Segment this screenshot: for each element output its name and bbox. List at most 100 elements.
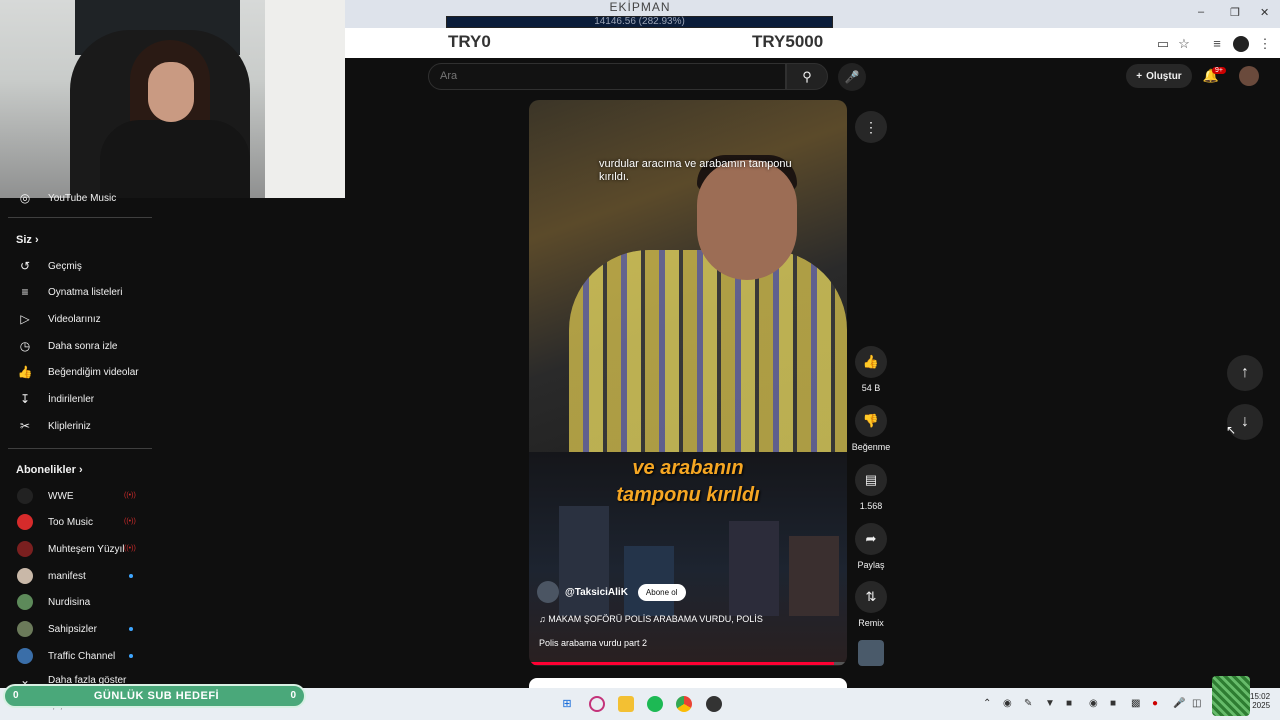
share-action[interactable]: ➦ Paylaş xyxy=(855,523,887,570)
sidebar-item-youtube-music[interactable]: ◎ YouTube Music xyxy=(0,186,152,210)
close-icon[interactable]: ✕ xyxy=(1260,6,1269,19)
channel-avatar[interactable] xyxy=(537,581,559,603)
video-title[interactable]: Polis arabama vurdu part 2 xyxy=(539,638,647,648)
thumb-up-icon[interactable]: 👍 xyxy=(855,346,887,378)
liked-icon: 👍 xyxy=(17,365,33,379)
mouse-cursor-icon: ↖ xyxy=(1226,423,1237,437)
profile-icon[interactable] xyxy=(1233,36,1249,52)
live-icon: ((•)) xyxy=(124,518,136,525)
video-caption-large: ve arabanın tamponu kırıldı xyxy=(616,457,760,506)
next-short-preview[interactable] xyxy=(529,678,847,688)
search-input[interactable] xyxy=(440,70,770,82)
webcam-overlay xyxy=(0,0,345,198)
channel-avatar xyxy=(17,594,33,610)
obs-icon[interactable] xyxy=(706,696,722,712)
live-icon: ((•)) xyxy=(124,545,136,552)
previous-short-button[interactable]: ↑ xyxy=(1227,355,1263,391)
sound-thumbnail[interactable] xyxy=(858,640,884,666)
more-options-button[interactable]: ⋮ xyxy=(855,111,887,143)
video-frame-top xyxy=(529,100,847,452)
sub-item-traffic-channel[interactable]: Traffic Channel xyxy=(0,643,152,669)
channel-avatar xyxy=(17,648,33,664)
you-heading[interactable]: Siz › xyxy=(16,234,39,246)
sidebar-item-clips[interactable]: ✂ Klipleriniz xyxy=(0,413,152,439)
sidebar-item-your-videos[interactable]: ▷ Videolarınız xyxy=(0,306,152,332)
plus-icon: + xyxy=(1136,70,1143,82)
dislike-action[interactable]: 👎 Beğenme xyxy=(852,405,890,452)
new-content-dot xyxy=(129,574,133,578)
video-caption-top: vurdular aracıma ve arabamın tamponu kır… xyxy=(599,158,792,183)
shorts-video-player[interactable]: vurdular aracıma ve arabamın tamponu kır… xyxy=(529,100,847,666)
thumb-down-icon[interactable]: 👎 xyxy=(855,405,887,437)
mic-icon: 🎤 xyxy=(844,70,860,84)
menu-dots-icon[interactable]: ⋮ xyxy=(1257,36,1273,52)
spotify-icon[interactable] xyxy=(647,696,663,712)
sub-goal-bar: GÜNLÜK SUB HEDEFİ 0 0 xyxy=(3,684,306,708)
tray-app-icon[interactable]: ■ xyxy=(1066,698,1072,709)
tray-app-icon[interactable]: ■ xyxy=(1110,698,1116,709)
sidebar-item-history[interactable]: ↺ Geçmiş xyxy=(0,253,152,279)
comment-icon[interactable]: ▤ xyxy=(855,464,887,496)
remix-icon[interactable]: ⇅ xyxy=(855,581,887,613)
chrome-icon[interactable] xyxy=(676,696,692,712)
subscriptions-heading[interactable]: Abonelikler › xyxy=(16,464,83,476)
share-icon[interactable]: ➦ xyxy=(855,523,887,555)
windows-start-icon[interactable]: ⊞ xyxy=(559,696,575,712)
sub-item-muhtesem-yuzyil[interactable]: Muhteşem Yüzyıl ((•)) xyxy=(0,536,152,562)
tray-app-icon[interactable]: ◉ xyxy=(1089,698,1098,709)
avatar[interactable] xyxy=(1239,66,1259,86)
create-button[interactable]: + Oluştur xyxy=(1126,64,1192,88)
system-clock[interactable]: 15:02 2025 xyxy=(1250,692,1270,710)
steam-icon[interactable]: ◉ xyxy=(1003,698,1012,709)
sidebar-item-liked-videos[interactable]: 👍 Beğendiğim videolar xyxy=(0,359,152,385)
file-explorer-icon[interactable] xyxy=(618,696,634,712)
progress-fill xyxy=(529,662,835,665)
music-info[interactable]: ♫ MAKAM ŞOFÖRÜ POLİS ARABAMA VURDU, POLİ… xyxy=(539,614,763,624)
media-control-icon[interactable]: ≡ xyxy=(1209,36,1225,52)
channel-avatar xyxy=(17,541,33,557)
tray-chevron-icon[interactable]: ⌃ xyxy=(983,698,991,709)
record-icon[interactable]: ● xyxy=(1152,698,1158,709)
opera-icon[interactable] xyxy=(589,696,605,712)
sub-item-sahipsizler[interactable]: Sahipsizler xyxy=(0,616,152,642)
sub-item-nurdisina[interactable]: Nurdisina xyxy=(0,589,152,615)
video-progress-bar[interactable] xyxy=(529,662,847,665)
pen-icon[interactable]: ✎ xyxy=(1024,698,1032,709)
equipment-amount: 14146.56 (282.93%) xyxy=(594,16,685,27)
arrow-down-icon: ↓ xyxy=(1241,413,1249,430)
divider xyxy=(8,448,152,449)
sub-goal-current: 0 xyxy=(13,690,19,701)
more-vert-icon: ⋮ xyxy=(864,119,878,135)
network-icon[interactable]: ◫ xyxy=(1192,698,1201,709)
like-action[interactable]: 👍 54 B xyxy=(855,346,887,393)
live-icon: ((•)) xyxy=(124,492,136,499)
mic-icon[interactable]: 🎤 xyxy=(1173,698,1185,709)
tray-app-icon[interactable]: ▼ xyxy=(1045,698,1055,709)
install-icon[interactable]: ▭ xyxy=(1155,36,1171,52)
subscribe-button[interactable]: Abone ol xyxy=(637,583,686,601)
notification-badge: 9+ xyxy=(1212,67,1226,74)
comments-action[interactable]: ▤ 1.568 xyxy=(855,464,887,511)
sidebar-item-playlists[interactable]: ≡ Oynatma listeleri xyxy=(0,279,152,305)
voice-search-button[interactable]: 🎤 xyxy=(838,63,866,91)
sub-item-too-music[interactable]: Too Music ((•)) xyxy=(0,509,152,535)
minimize-icon[interactable]: – xyxy=(1198,6,1204,18)
sub-item-manifest[interactable]: manifest xyxy=(0,563,152,589)
music-note-icon: ♫ xyxy=(539,614,546,624)
bookmark-star-icon[interactable]: ☆ xyxy=(1176,36,1192,52)
history-icon: ↺ xyxy=(19,259,31,273)
remix-action[interactable]: ⇅ Remix xyxy=(855,581,887,628)
sidebar-item-downloads[interactable]: ↧ İndirilenler xyxy=(0,386,152,412)
channel-avatar xyxy=(17,621,33,637)
search-icon: ⚲ xyxy=(802,69,812,84)
playlist-icon: ≡ xyxy=(21,285,29,299)
tray-app-icon[interactable]: ▩ xyxy=(1131,698,1140,709)
search-box[interactable] xyxy=(428,63,786,90)
sub-item-wwe[interactable]: WWE ((•)) xyxy=(0,483,152,509)
search-button[interactable]: ⚲ xyxy=(786,63,828,90)
new-content-dot xyxy=(129,654,133,658)
equipment-title: EKİPMAN xyxy=(609,0,671,14)
restore-icon[interactable]: ❐ xyxy=(1230,6,1240,19)
channel-name[interactable]: @TaksiciAliK xyxy=(565,587,628,598)
sidebar-item-watch-later[interactable]: ◷ Daha sonra izle xyxy=(0,333,152,359)
